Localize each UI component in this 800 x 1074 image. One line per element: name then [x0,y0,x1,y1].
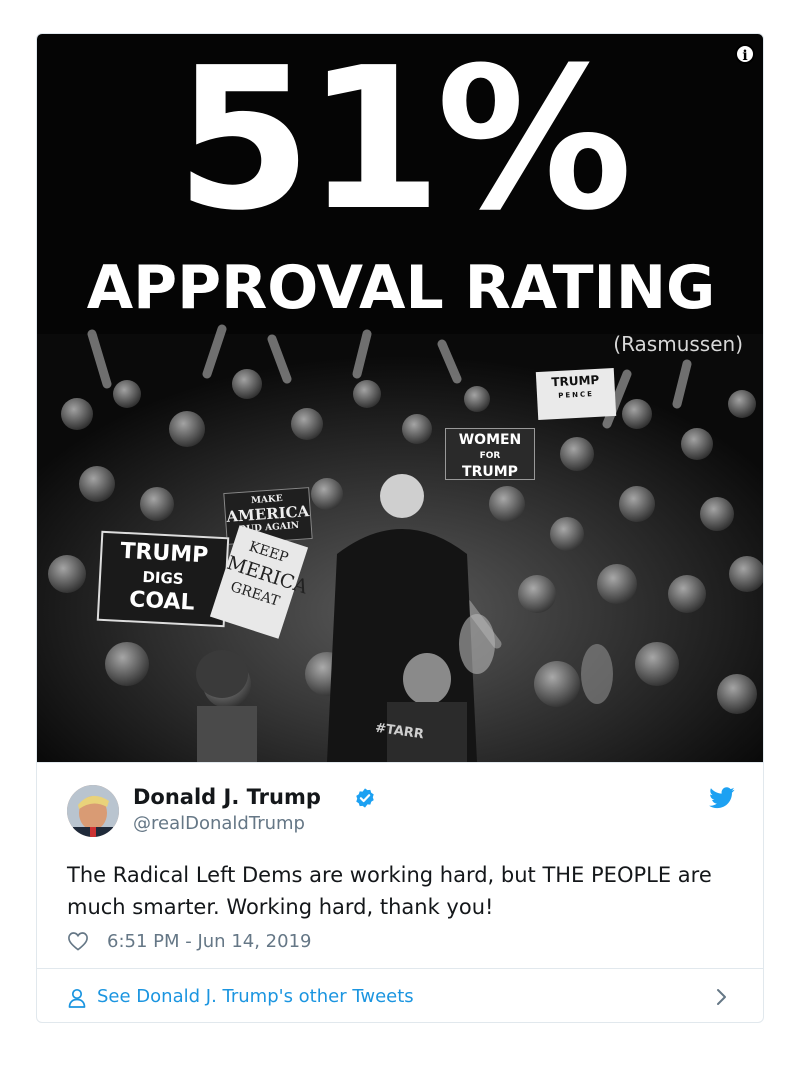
sign-women-for-trump: WOMEN FOR TRUMP [445,428,535,480]
chevron-right-icon[interactable] [715,987,729,1007]
avatar-image [67,785,119,837]
embedded-tweet-card: 51% APPROVAL RATING (Rasmussen) i MAKE A… [36,33,764,1023]
see-other-tweets-link[interactable]: See Donald J. Trump's other Tweets [97,986,414,1007]
tweet-meta: 6:51 PM - Jun 14, 2019 [67,929,311,953]
sign-text: FOR [479,451,501,461]
tweet-body[interactable]: Donald J. Trump @realDonaldTrump The Rad… [37,762,763,969]
twitter-bird-icon[interactable] [709,787,735,809]
verified-badge-icon [356,788,374,808]
tweet-timestamp[interactable]: 6:51 PM - Jun 14, 2019 [107,931,311,952]
sign-text: TRUMP [119,538,209,569]
heart-icon[interactable] [67,931,89,951]
sign-text: PENCE [558,390,595,400]
tweet-media-image[interactable]: 51% APPROVAL RATING (Rasmussen) i MAKE A… [37,34,763,762]
user-icon [68,988,86,1008]
avatar[interactable] [67,785,119,837]
sign-trump-digs-coal: TRUMP DIGS COAL [96,530,230,628]
author-handle[interactable]: @realDonaldTrump [133,813,305,834]
sign-text: WOMEN [458,432,522,448]
other-tweets-footer[interactable]: See Donald J. Trump's other Tweets [37,968,763,1022]
sign-trump-pence: TRUMP PENCE [535,367,617,421]
approval-rating-heading: APPROVAL RATING [86,253,716,323]
author-name[interactable]: Donald J. Trump [133,785,321,809]
sign-text: COAL [128,587,196,616]
tweet-text: The Radical Left Dems are working hard, … [67,863,712,919]
approval-percentage: 51% [175,34,632,254]
poll-source: (Rasmussen) [613,332,743,356]
sign-text: TRUMP [462,464,518,480]
info-icon[interactable]: i [735,44,755,64]
